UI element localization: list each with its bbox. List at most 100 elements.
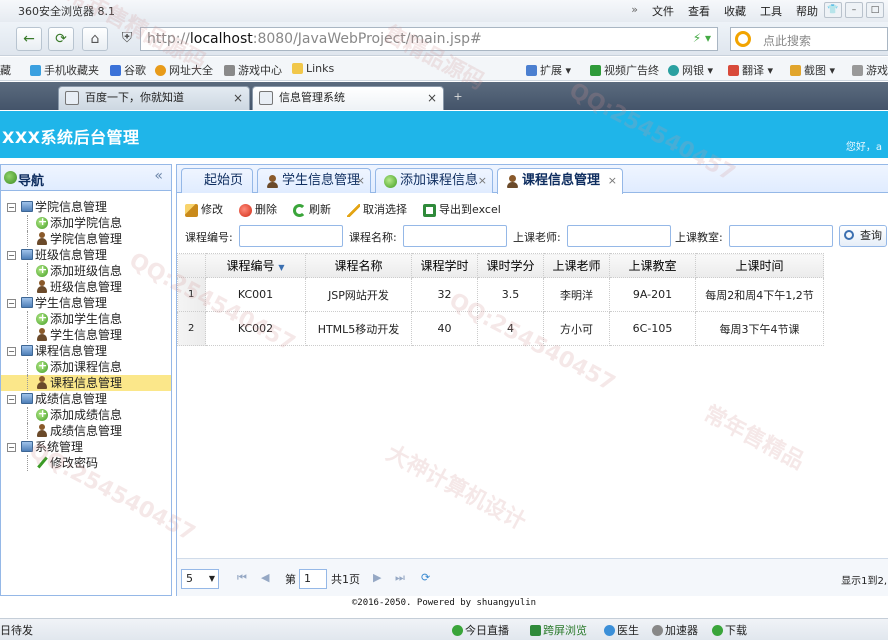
reload-page-icon[interactable]: ⟳ <box>421 571 430 584</box>
sidebar-item-course-0[interactable]: 添加课程信息 <box>1 358 171 375</box>
column-header[interactable]: 课程名称 <box>305 253 412 278</box>
back-button[interactable]: ← <box>16 27 42 51</box>
home-button[interactable]: ⌂ <box>82 27 108 51</box>
sidebar-item-student-0[interactable]: 添加学生信息 <box>1 310 171 327</box>
bookmark-game-center[interactable]: 游戏中心 <box>224 62 282 78</box>
menu-tools[interactable]: 工具 <box>760 3 782 19</box>
collapse-toggle-icon[interactable]: − <box>7 443 16 452</box>
column-header[interactable]: 课时学分 <box>477 253 544 278</box>
page-size-select[interactable]: 5 <box>181 569 219 589</box>
status-doctor[interactable]: 医生 <box>604 622 639 638</box>
address-bar[interactable]: http://localhost:8080/JavaWebProject/mai… <box>140 27 718 51</box>
grid-icon <box>526 65 537 76</box>
bookmark-0[interactable]: 藏 <box>0 62 11 78</box>
menu-more-icon[interactable]: » <box>631 3 638 19</box>
first-page-icon[interactable]: ⏮ <box>237 571 247 585</box>
sidebar-item-class-1[interactable]: 班级信息管理 <box>1 279 171 295</box>
sidebar-item-class-0[interactable]: 添加班级信息 <box>1 262 171 279</box>
close-tab-icon[interactable]: × <box>427 87 437 109</box>
collapse-icon[interactable]: « <box>154 168 163 184</box>
bookmark-google[interactable]: 谷歌 <box>110 62 146 78</box>
translate-button[interactable]: 翻译 ▾ <box>728 62 773 78</box>
sidebar-group-label: 学生信息管理 <box>35 296 108 310</box>
next-page-icon[interactable]: ▶ <box>373 571 381 584</box>
status-live[interactable]: 今日直播 <box>452 622 509 638</box>
edit-button[interactable]: 修改 <box>183 201 223 219</box>
course-name-input[interactable] <box>403 225 507 247</box>
tab-home[interactable]: 起始页 <box>181 168 253 193</box>
nav-globe-icon <box>4 171 17 184</box>
search-box[interactable]: 点此搜索 <box>730 27 888 51</box>
classroom-input[interactable] <box>729 225 833 247</box>
menu-view[interactable]: 查看 <box>688 3 710 19</box>
collapse-toggle-icon[interactable]: − <box>7 251 16 260</box>
bank-button[interactable]: 网银 ▾ <box>668 62 713 78</box>
sidebar-item-system-0[interactable]: 修改密码 <box>1 455 171 471</box>
bookmark-mobile-favorites[interactable]: 手机收藏夹 <box>30 62 99 78</box>
column-header[interactable]: 上课时间 <box>695 253 824 278</box>
reload-button[interactable]: ⟳ <box>48 27 74 51</box>
extensions-button[interactable]: 扩展 ▾ <box>526 62 571 78</box>
sidebar-group-student[interactable]: − 学生信息管理 <box>1 295 171 311</box>
menu-help[interactable]: 帮助 <box>796 3 818 19</box>
teacher-input[interactable] <box>567 225 671 247</box>
close-icon[interactable]: × <box>478 169 487 193</box>
sidebar-group-class[interactable]: − 班级信息管理 <box>1 247 171 263</box>
prev-page-icon[interactable]: ◀ <box>261 571 269 584</box>
collapse-toggle-icon[interactable]: − <box>7 299 16 308</box>
address-dropdown-icon[interactable]: ⚡ ▾ <box>693 31 711 45</box>
sidebar-item-score-1[interactable]: 成绩信息管理 <box>1 423 171 439</box>
status-download[interactable]: 下载 <box>712 622 747 638</box>
address-url[interactable]: http://localhost:8080/JavaWebProject/mai… <box>147 31 482 47</box>
unselect-button[interactable]: 取消选择 <box>345 201 407 219</box>
close-tab-icon[interactable]: × <box>233 87 243 109</box>
table-row[interactable]: 1 KC001 JSP网站开发 32 3.5 李明洋 9A-201 每周2和周4下午1,2节 <box>177 277 824 312</box>
status-accelerator[interactable]: 加速器 <box>652 622 698 638</box>
sidebar-item-college-0[interactable]: 添加学院信息 <box>1 214 171 231</box>
course-no-input[interactable] <box>239 225 343 247</box>
browser-tab-system[interactable]: 信息管理系统 × <box>252 86 444 110</box>
page-number-input[interactable]: 1 <box>299 569 327 589</box>
games-button[interactable]: 游戏 <box>852 62 888 78</box>
browser-tab-baidu[interactable]: 百度一下，你就知道 × <box>58 86 250 110</box>
refresh-button[interactable]: 刷新 <box>291 201 331 219</box>
menu-favorites[interactable]: 收藏 <box>724 3 746 19</box>
collapse-toggle-icon[interactable]: − <box>7 395 16 404</box>
sidebar-item-college-1[interactable]: 学院信息管理 <box>1 231 171 247</box>
delete-button[interactable]: 删除 <box>237 201 277 219</box>
video-adblock-button[interactable]: 视频广告终 <box>590 62 659 78</box>
last-page-icon[interactable]: ⏭ <box>395 571 405 585</box>
minimize-icon[interactable]: – <box>845 2 863 18</box>
column-header[interactable]: 上课教室 <box>609 253 696 278</box>
export-excel-button[interactable]: 导出到excel <box>421 201 501 219</box>
collapse-toggle-icon[interactable]: − <box>7 347 16 356</box>
collapse-toggle-icon[interactable]: − <box>7 203 16 212</box>
maximize-icon[interactable]: □ <box>866 2 884 18</box>
menu-file[interactable]: 文件 <box>652 3 674 19</box>
new-tab-button[interactable]: + <box>446 86 470 110</box>
close-icon[interactable]: × <box>356 169 365 193</box>
sidebar-item-score-0[interactable]: 添加成绩信息 <box>1 406 171 423</box>
table-row[interactable]: 2 KC002 HTML5移动开发 40 4 方小可 6C-105 每周3下午4节课 <box>177 311 824 346</box>
sidebar-item-course-1[interactable]: 课程信息管理 <box>1 375 171 391</box>
close-icon[interactable]: × <box>608 169 617 193</box>
query-button[interactable]: 查询 <box>839 225 887 247</box>
tab-add-course[interactable]: 添加课程信息 × <box>375 168 493 193</box>
column-header[interactable]: 上课老师 <box>543 253 610 278</box>
tab-student-info[interactable]: 学生信息管理 × <box>257 168 371 193</box>
skin-icon[interactable]: 👕 <box>824 2 842 18</box>
sidebar-group-course[interactable]: − 课程信息管理 <box>1 343 171 359</box>
shield-icon[interactable]: ⛨ <box>114 27 140 51</box>
column-header[interactable]: 课程学时 <box>411 253 478 278</box>
sidebar-group-score[interactable]: − 成绩信息管理 <box>1 391 171 407</box>
status-crossscreen[interactable]: 跨屏浏览 <box>530 622 587 638</box>
bookmark-links[interactable]: Links <box>292 62 334 75</box>
bookmark-url-directory[interactable]: 网址大全 <box>155 62 213 78</box>
computer-icon <box>21 345 33 356</box>
sidebar-group-system[interactable]: − 系统管理 <box>1 439 171 455</box>
column-header[interactable]: 课程编号 ▼ <box>205 253 306 278</box>
sidebar-group-college[interactable]: − 学院信息管理 <box>1 199 171 215</box>
screenshot-button[interactable]: 截图 ▾ <box>790 62 835 78</box>
tab-course-info[interactable]: 课程信息管理 × <box>497 168 623 194</box>
sidebar-item-student-1[interactable]: 学生信息管理 <box>1 327 171 343</box>
